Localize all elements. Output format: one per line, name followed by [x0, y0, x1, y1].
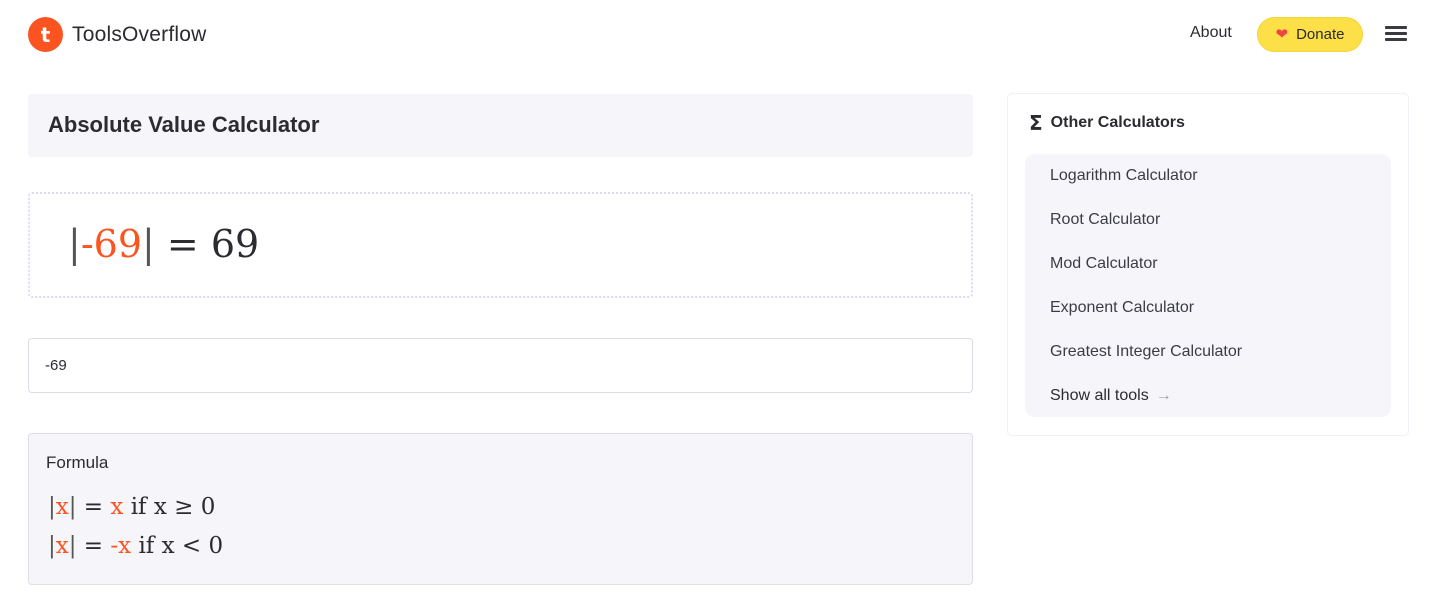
formula-variable: x — [55, 494, 69, 520]
show-all-tools-link[interactable]: Show all tools → — [1050, 387, 1172, 405]
formula-line-negative: |x| = -x if x < 0 — [48, 533, 223, 559]
heart-icon: ❤ — [1275, 26, 1289, 43]
equals-sign: = — [166, 222, 199, 266]
donate-button[interactable]: ❤ Donate — [1257, 17, 1363, 52]
abs-bar-left: | — [48, 494, 56, 520]
page-title: Absolute Value Calculator — [48, 112, 320, 137]
abs-bar-left: | — [68, 222, 81, 266]
page-title-panel: Absolute Value Calculator — [28, 94, 973, 157]
site-header: t ToolsOverflow About ❤ Donate — [0, 0, 1435, 70]
sidebar-item-root[interactable]: Root Calculator — [1050, 211, 1160, 229]
arrow-right-icon: → — [1155, 387, 1172, 404]
abs-bar-right: | — [142, 222, 155, 266]
sidebar-item-logarithm[interactable]: Logarithm Calculator — [1050, 167, 1198, 185]
result-input-value: -69 — [80, 222, 143, 266]
brand-name: ToolsOverflow — [72, 22, 207, 46]
formula-panel: Formula |x| = x if x ≥ 0 |x| = -x if x <… — [28, 433, 973, 585]
show-all-label: Show all tools — [1050, 387, 1149, 404]
menu-bar — [1385, 32, 1407, 35]
menu-bar — [1385, 38, 1407, 41]
number-input[interactable] — [28, 338, 973, 393]
result-expression: |-69| = 69 — [68, 222, 259, 266]
abs-bar-left: | — [48, 533, 56, 559]
sidebar-item-mod[interactable]: Mod Calculator — [1050, 255, 1158, 273]
sigma-icon: Σ — [1029, 111, 1043, 135]
result-display: |-69| = 69 — [28, 192, 973, 298]
menu-bar — [1385, 26, 1407, 29]
formula-rhs: x — [110, 494, 124, 520]
sidebar-header: Σ Other Calculators — [1029, 113, 1185, 133]
formula-label: Formula — [46, 453, 109, 472]
other-calculators-sidebar: Σ Other Calculators Logarithm Calculator… — [1007, 93, 1409, 436]
calculator-list: Logarithm Calculator Root Calculator Mod… — [1025, 154, 1391, 417]
formula-condition: if x < 0 — [138, 533, 224, 559]
hamburger-menu-icon[interactable] — [1385, 26, 1407, 42]
formula-variable: x — [55, 533, 69, 559]
sidebar-item-exponent[interactable]: Exponent Calculator — [1050, 299, 1194, 317]
abs-bar-right: | — [68, 494, 77, 520]
formula-rhs: -x — [110, 533, 132, 559]
result-output-value: 69 — [210, 222, 260, 266]
logo-icon: t — [28, 17, 63, 52]
formula-line-nonnegative: |x| = x if x ≥ 0 — [48, 494, 215, 520]
abs-bar-right: | — [68, 533, 77, 559]
site-logo-link[interactable]: t ToolsOverflow — [28, 17, 206, 52]
equals-sign: = — [83, 533, 104, 559]
formula-condition: if x ≥ 0 — [130, 494, 216, 520]
sidebar-item-greatest-integer[interactable]: Greatest Integer Calculator — [1050, 343, 1242, 361]
nav-about-link[interactable]: About — [1190, 24, 1232, 42]
equals-sign: = — [83, 494, 104, 520]
donate-label: Donate — [1296, 26, 1345, 43]
sidebar-title: Other Calculators — [1050, 114, 1185, 131]
